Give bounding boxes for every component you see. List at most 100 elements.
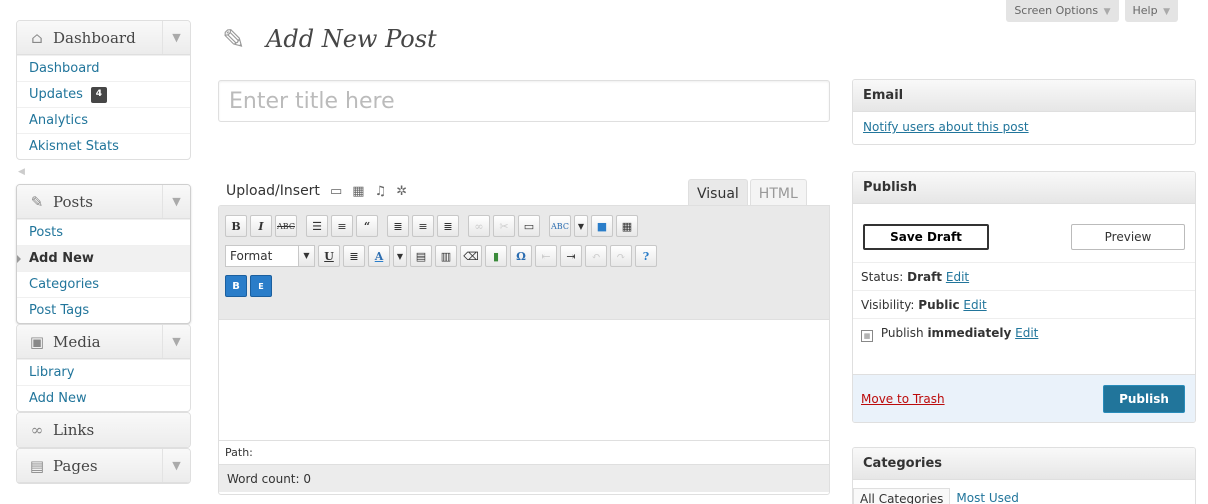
publish-button[interactable]: Publish (1103, 384, 1185, 413)
bullet-list-icon[interactable]: ☰ (306, 215, 328, 237)
italic-icon[interactable]: I (250, 215, 272, 237)
paste-text-icon[interactable]: ▤ (410, 245, 432, 267)
edit-visibility-link[interactable]: Edit (963, 298, 986, 312)
sidebar-item-post-tags[interactable]: Post Tags (17, 297, 190, 323)
insert-more-icon[interactable]: ▭ (518, 215, 540, 237)
menu-dashboard: ⌂ Dashboard ▼ Dashboard Updates 4 Analyti… (16, 20, 191, 160)
sidebar-item-posts[interactable]: Posts (17, 219, 190, 245)
add-audio-icon[interactable]: ♫ (375, 184, 387, 199)
underline-icon[interactable]: U (318, 245, 340, 267)
edit-publish-time-link[interactable]: Edit (1015, 326, 1038, 340)
tab-visual[interactable]: Visual (688, 179, 748, 207)
bold-icon[interactable]: B (225, 215, 247, 237)
toolbar-row-3: B E (225, 272, 829, 300)
categories-tabs: All Categories Most Used (853, 480, 1195, 504)
strikethrough-icon[interactable]: ABC (275, 215, 297, 237)
undo-icon[interactable]: ↶ (585, 245, 607, 267)
tab-all-categories[interactable]: All Categories (853, 488, 951, 504)
publish-actions: Save Draft Preview (853, 204, 1195, 262)
sidebar-item-library[interactable]: Library (17, 359, 190, 385)
special-character-icon[interactable]: Ω (510, 245, 532, 267)
edit-status-link[interactable]: Edit (946, 270, 969, 284)
sidebar-item-add-new-media[interactable]: Add New (17, 385, 190, 411)
editor-content-area[interactable] (219, 320, 829, 440)
menu-head-dashboard[interactable]: ⌂ Dashboard ▼ (17, 21, 190, 55)
add-video-icon[interactable]: ▦ (352, 184, 364, 199)
calendar-icon: ▦ (861, 330, 873, 342)
editor-tabs: Visual HTML (688, 179, 809, 207)
publish-time-value: immediately (927, 326, 1012, 340)
numbered-list-icon[interactable]: ≡ (331, 215, 353, 237)
menu-toggle[interactable]: ▼ (162, 185, 190, 218)
blockquote-icon[interactable]: “ (356, 215, 378, 237)
justify-icon[interactable]: ≣ (343, 245, 365, 267)
pushpin-icon: ✎ (222, 22, 246, 56)
menu-head-links[interactable]: ∞ Links (17, 413, 190, 447)
save-draft-button[interactable]: Save Draft (863, 224, 989, 250)
unlink-icon[interactable]: ✂ (493, 215, 515, 237)
categories-box-title[interactable]: Categories (853, 448, 1195, 480)
editor-toolbar: B I ABC ☰ ≡ “ ≣ ≡ ≣ ∞ ✂ ▭ ABC ▼ ■ ▦ Form… (219, 206, 829, 320)
sidebar-item-analytics[interactable]: Analytics (17, 107, 190, 133)
media-icon: ▣ (29, 332, 45, 351)
menu-toggle[interactable]: ▼ (162, 21, 190, 54)
status-row: Status: Draft Edit (853, 262, 1195, 290)
post-title-input[interactable] (218, 80, 830, 122)
spellcheck-dropdown-icon[interactable]: ▼ (574, 215, 588, 237)
text-color-dropdown-icon[interactable]: ▼ (393, 245, 407, 267)
toolbar-row-2: Format ▼ U ≣ A ▼ ▤ ▥ ⌫ ▮ Ω ⇤ ⇥ ↶ ↷ ? (225, 242, 829, 270)
indent-icon[interactable]: ⇥ (560, 245, 582, 267)
kitchen-sink-icon[interactable]: ▦ (616, 215, 638, 237)
menu-head-pages[interactable]: ▤ Pages ▼ (17, 449, 190, 483)
outdent-icon[interactable]: ⇤ (535, 245, 557, 267)
menu-head-posts[interactable]: ✎ Posts ▼ (17, 185, 190, 219)
align-center-icon[interactable]: ≡ (412, 215, 434, 237)
menu-toggle[interactable]: ▼ (162, 449, 190, 482)
plugin-button-b-icon[interactable]: B (225, 275, 247, 297)
toolbar-row-1: B I ABC ☰ ≡ “ ≣ ≡ ≣ ∞ ✂ ▭ ABC ▼ ■ ▦ (225, 212, 829, 240)
remove-format-icon[interactable]: ⌫ (460, 245, 482, 267)
sidebar-item-dashboard[interactable]: Dashboard (17, 55, 190, 81)
sidebar-item-updates[interactable]: Updates 4 (17, 81, 190, 107)
sidebar-item-add-new-post[interactable]: Add New (17, 245, 190, 271)
paste-word-icon[interactable]: ▥ (435, 245, 457, 267)
updates-badge: 4 (90, 86, 107, 103)
tab-most-used[interactable]: Most Used (950, 488, 1025, 504)
fullscreen-icon[interactable]: ■ (591, 215, 613, 237)
redo-icon[interactable]: ↷ (610, 245, 632, 267)
arrow-down-icon: ▼ (1163, 7, 1170, 17)
page-title: Add New Post (266, 25, 437, 53)
add-image-icon[interactable]: ▭ (330, 184, 342, 199)
menu-toggle[interactable]: ▼ (162, 325, 190, 358)
menu-pages: ▤ Pages ▼ (16, 448, 191, 484)
align-right-icon[interactable]: ≣ (437, 215, 459, 237)
upload-insert-label: Upload/Insert (226, 183, 320, 199)
sidebar-item-akismet-stats[interactable]: Akismet Stats (17, 133, 190, 159)
format-select[interactable]: Format ▼ (225, 245, 315, 267)
insert-link-icon[interactable]: ∞ (468, 215, 490, 237)
menu-head-media[interactable]: ▣ Media ▼ (17, 325, 190, 359)
collapse-menu-icon[interactable]: ◀ (16, 160, 191, 184)
notify-users-link[interactable]: Notify users about this post (863, 120, 1029, 134)
preview-button[interactable]: Preview (1071, 224, 1185, 250)
sidebar-item-categories[interactable]: Categories (17, 271, 190, 297)
help-tab[interactable]: Help ▼ (1124, 0, 1178, 22)
email-box-title[interactable]: Email (853, 80, 1195, 112)
screen-options-tab[interactable]: Screen Options ▼ (1006, 0, 1119, 22)
text-color-icon[interactable]: A (368, 245, 390, 267)
screen-meta: Screen Options ▼ Help ▼ (1006, 0, 1178, 22)
tab-html[interactable]: HTML (749, 179, 807, 207)
word-count: Word count: 0 (219, 464, 829, 492)
spellcheck-icon[interactable]: ABC (549, 215, 571, 237)
upload-insert-bar: Upload/Insert ▭ ▦ ♫ ✲ (226, 183, 407, 199)
categories-box: Categories All Categories Most Used (852, 447, 1196, 504)
publish-box-title[interactable]: Publish (853, 172, 1195, 204)
publish-box: Publish Save Draft Preview Status: Draft… (852, 171, 1196, 423)
chevron-down-icon: ▼ (298, 246, 314, 266)
add-media-icon[interactable]: ✲ (396, 184, 407, 199)
insert-media-icon[interactable]: ▮ (485, 245, 507, 267)
plugin-button-end-icon[interactable]: E (250, 275, 272, 297)
help-icon[interactable]: ? (635, 245, 657, 267)
move-to-trash-link[interactable]: Move to Trash (861, 392, 945, 406)
align-left-icon[interactable]: ≣ (387, 215, 409, 237)
